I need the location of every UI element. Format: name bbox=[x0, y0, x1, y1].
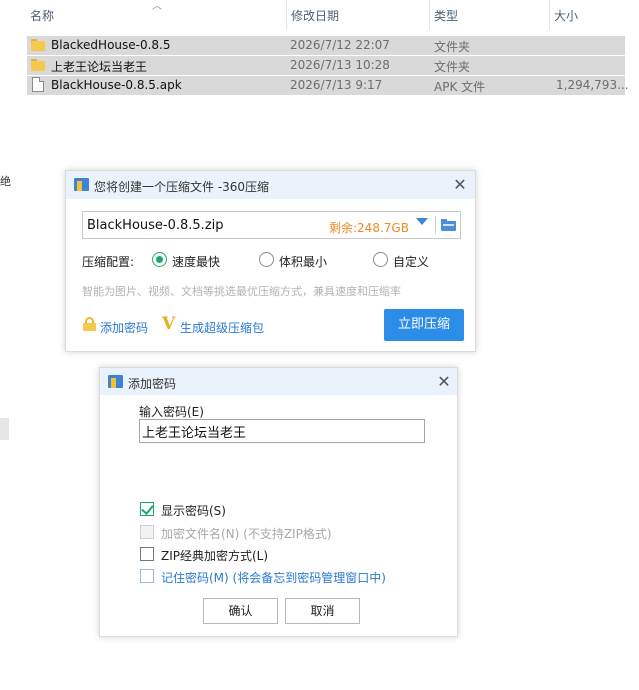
checkbox[interactable] bbox=[140, 502, 154, 516]
browse-folder-icon[interactable] bbox=[441, 219, 456, 231]
checkbox[interactable] bbox=[140, 569, 154, 583]
column-header-modified[interactable]: 修改日期 bbox=[291, 7, 339, 24]
column-divider[interactable] bbox=[429, 0, 430, 30]
file-name: BlackedHouse-0.8.5 bbox=[51, 38, 171, 52]
compress-dialog-titlebar[interactable]: 您将创建一个压缩文件 -360压缩 ✕ bbox=[66, 171, 475, 199]
radio-label: 体积最小 bbox=[279, 255, 328, 269]
close-icon[interactable]: ✕ bbox=[436, 374, 452, 390]
column-header-type[interactable]: 类型 bbox=[434, 7, 458, 24]
file-icon bbox=[32, 77, 44, 92]
checkbox bbox=[140, 525, 154, 539]
checkbox-label: 加密文件名(N) (不支持ZIP格式) bbox=[161, 527, 332, 541]
password-field-label: 输入密码(E) bbox=[139, 405, 204, 419]
compression-hint: 智能为图片、视频、文档等挑选最优压缩方式，兼具速度和压缩率 bbox=[82, 285, 401, 298]
file-modified: 2026/7/13 9:17 bbox=[290, 78, 383, 92]
radio-label: 自定义 bbox=[393, 255, 430, 269]
folder-icon bbox=[31, 59, 45, 71]
dropdown-arrow-icon[interactable] bbox=[416, 218, 428, 225]
checkbox-label: ZIP经典加密方式(L) bbox=[161, 549, 269, 563]
compress-dialog-title: 您将创建一个压缩文件 -360压缩 bbox=[94, 180, 270, 194]
file-type: 文件夹 bbox=[434, 60, 471, 74]
file-modified: 2026/7/13 10:28 bbox=[290, 58, 390, 72]
add-password-dialog: 添加密码 ✕ 输入密码(E) 显示密码(S) 加密文件名(N) (不支持ZIP格… bbox=[99, 367, 458, 637]
checkbox-label: 显示密码(S) bbox=[161, 504, 226, 518]
lock-icon bbox=[83, 317, 96, 331]
compress-now-button[interactable]: 立即压缩 bbox=[384, 309, 464, 341]
file-list-header: ︿ 名称 修改日期 类型 大小 bbox=[24, 0, 639, 30]
compress-dialog: 您将创建一个压缩文件 -360压缩 ✕ BlackHouse-0.8.5.zip… bbox=[65, 170, 476, 352]
free-space-label: 剩余:248.7GB bbox=[329, 221, 409, 235]
radio-button[interactable] bbox=[373, 252, 388, 267]
column-header-name[interactable]: 名称 bbox=[30, 7, 54, 24]
checkbox[interactable] bbox=[140, 547, 154, 561]
archive-app-icon bbox=[74, 178, 89, 191]
file-name: 上老王论坛当老王 bbox=[51, 60, 148, 74]
file-modified: 2026/7/12 22:07 bbox=[290, 38, 390, 52]
password-dialog-title: 添加密码 bbox=[128, 377, 177, 391]
compression-config-label: 压缩配置: bbox=[82, 255, 135, 269]
file-row[interactable]: 上老王论坛当老王 2026/7/13 10:28 文件夹 bbox=[27, 56, 625, 75]
file-type: 文件夹 bbox=[434, 40, 471, 54]
add-password-link[interactable]: 添加密码 bbox=[100, 319, 148, 336]
file-type: APK 文件 bbox=[434, 80, 486, 94]
file-name: BlackHouse-0.8.5.apk bbox=[51, 78, 182, 92]
confirm-button[interactable]: 确认 bbox=[203, 598, 278, 624]
column-header-size[interactable]: 大小 bbox=[554, 7, 578, 24]
checkbox-label: 记住密码(M) (将会备忘到密码管理窗口中) bbox=[161, 571, 386, 585]
sort-up-icon[interactable]: ︿ bbox=[152, 0, 162, 12]
column-divider[interactable] bbox=[549, 0, 550, 30]
file-row[interactable]: BlackHouse-0.8.5.apk 2026/7/13 9:17 APK … bbox=[27, 76, 629, 95]
radio-label: 速度最快 bbox=[172, 255, 221, 269]
vip-v-icon: V bbox=[162, 314, 176, 334]
cancel-button[interactable]: 取消 bbox=[285, 598, 360, 624]
file-row[interactable]: BlackedHouse-0.8.5 2026/7/12 22:07 文件夹 bbox=[27, 36, 625, 55]
screen: ︿ 名称 修改日期 类型 大小 BlackedHouse-0.8.5 2026/… bbox=[0, 0, 639, 690]
close-icon[interactable]: ✕ bbox=[452, 177, 468, 193]
password-input[interactable] bbox=[139, 419, 425, 443]
folder-icon bbox=[31, 39, 45, 51]
divider bbox=[435, 216, 436, 234]
left-pane-selection[interactable] bbox=[0, 418, 9, 440]
file-size: 1,294,793... bbox=[556, 78, 629, 92]
column-divider[interactable] bbox=[286, 0, 287, 30]
archive-path-field[interactable]: BlackHouse-0.8.5.zip 剩余:248.7GB bbox=[82, 211, 461, 239]
super-package-link[interactable]: 生成超级压缩包 bbox=[180, 319, 264, 336]
archive-app-icon bbox=[108, 375, 123, 388]
left-pane-text-fragment: 绝 bbox=[0, 175, 11, 188]
archive-filename: BlackHouse-0.8.5.zip bbox=[87, 218, 224, 233]
radio-button[interactable] bbox=[152, 252, 167, 267]
password-dialog-titlebar[interactable]: 添加密码 ✕ bbox=[100, 368, 457, 395]
radio-button[interactable] bbox=[259, 252, 274, 267]
